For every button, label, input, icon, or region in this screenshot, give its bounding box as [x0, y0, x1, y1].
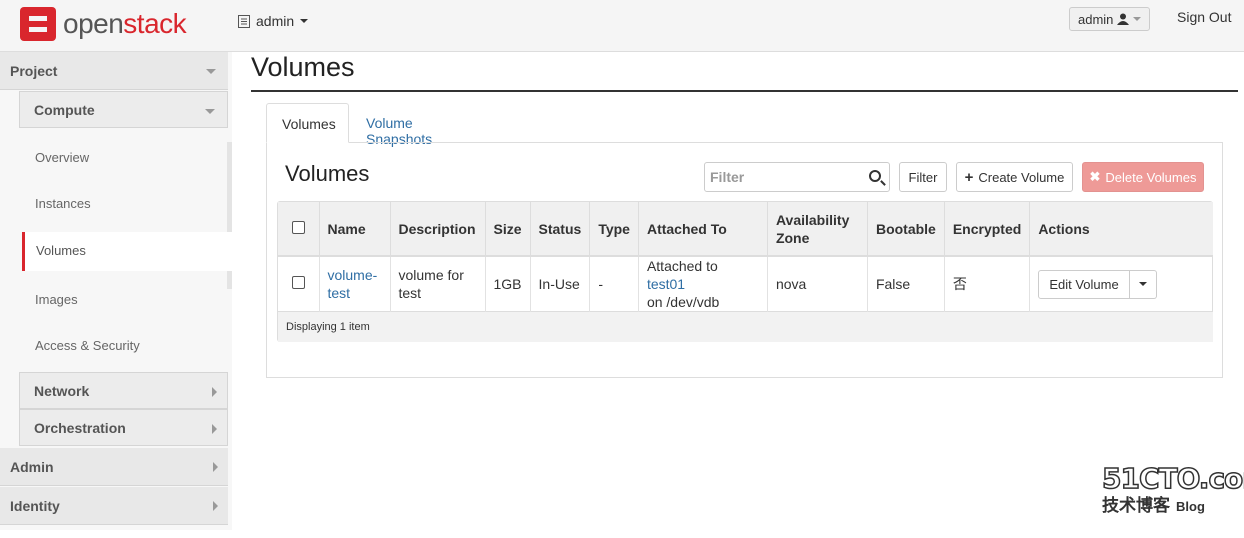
chevron-down-icon — [205, 109, 215, 114]
top-navbar: openstack admin admin Sign Out — [0, 0, 1244, 52]
sidebar-compute-label: Compute — [34, 102, 95, 118]
column-header-name[interactable]: Name — [319, 202, 391, 257]
project-name: admin — [256, 13, 295, 29]
sidebar-admin[interactable]: Admin — [0, 448, 228, 486]
project-list-icon — [238, 14, 250, 28]
row-select-cell — [278, 256, 320, 312]
column-header-size[interactable]: Size — [485, 202, 531, 257]
volumes-table: Name Description Size Status Type Attach… — [277, 201, 1213, 342]
filter-input[interactable] — [710, 164, 860, 190]
column-header-description[interactable]: Description — [390, 202, 486, 257]
create-volume-label: Create Volume — [978, 169, 1065, 185]
sidebar-item-volumes[interactable]: Volumes — [22, 232, 232, 271]
project-switcher[interactable]: admin — [238, 13, 309, 29]
column-header-actions: Actions — [1029, 202, 1213, 257]
sidebar-item-instances[interactable]: Instances — [35, 196, 91, 211]
attached-instance-link[interactable]: test01 — [647, 276, 685, 292]
sidebar-orchestration[interactable]: Orchestration — [19, 409, 228, 446]
chevron-down-icon — [206, 69, 216, 74]
attached-device: on /dev/vdb — [646, 294, 720, 310]
sidebar-item-access-security[interactable]: Access & Security — [35, 338, 140, 353]
sidebar-project-label: Project — [10, 63, 58, 79]
openstack-logo-icon — [20, 7, 56, 41]
openstack-logo[interactable]: openstack — [20, 7, 187, 41]
sidebar-compute[interactable]: Compute — [19, 91, 228, 128]
column-header-type[interactable]: Type — [589, 202, 639, 257]
chevron-right-icon — [213, 501, 218, 511]
volume-name-cell: volume-test — [319, 256, 391, 312]
select-all-cell — [278, 202, 320, 257]
volume-attached-to: Attached to test01 on /dev/vdb — [638, 256, 768, 312]
table-footer: Displaying 1 item — [278, 311, 1213, 342]
user-name: admin — [1078, 11, 1114, 27]
title-divider — [251, 90, 1238, 92]
row-checkbox[interactable] — [291, 276, 305, 289]
attached-prefix: Attached to — [646, 258, 718, 274]
watermark-blog: Blog — [1176, 499, 1205, 514]
volume-bootable: False — [867, 256, 945, 312]
chevron-right-icon — [212, 387, 217, 397]
search-icon[interactable] — [869, 170, 881, 182]
user-menu-button[interactable]: admin — [1069, 7, 1151, 31]
delete-volumes-button[interactable]: ✖ Delete Volumes — [1082, 162, 1204, 192]
table-header-row: Name Description Size Status Type Attach… — [278, 202, 1213, 257]
sidebar-network-label: Network — [34, 383, 90, 399]
plus-icon: + — [964, 168, 974, 186]
chevron-down-icon — [1138, 282, 1147, 286]
page-title: Volumes — [251, 52, 355, 82]
sidebar-admin-label: Admin — [10, 459, 54, 475]
edit-volume-button[interactable]: Edit Volume — [1038, 269, 1130, 299]
table-footer-row: Displaying 1 item — [278, 311, 1213, 342]
create-volume-button[interactable]: + Create Volume — [956, 162, 1073, 192]
sidebar-identity[interactable]: Identity — [0, 487, 228, 525]
volume-description: volume for test — [390, 256, 486, 312]
sign-out-link[interactable]: Sign Out — [1177, 9, 1231, 25]
watermark: 51CTO.com 技术博客Blog — [1101, 461, 1244, 516]
watermark-text: 技术博客 — [1102, 496, 1170, 515]
table-title: Volumes — [285, 161, 370, 186]
sidebar: Project Compute Overview Instances Volum… — [0, 52, 232, 530]
close-icon: ✖ — [1089, 169, 1101, 184]
user-icon — [1117, 13, 1130, 25]
tab-volumes[interactable]: Volumes — [266, 103, 349, 143]
sidebar-orchestration-label: Orchestration — [34, 420, 126, 436]
sidebar-project[interactable]: Project — [0, 52, 228, 90]
brand-name: openstack — [63, 8, 187, 39]
volume-size: 1GB — [485, 256, 531, 312]
sidebar-item-label: Volumes — [36, 243, 86, 258]
chevron-down-icon — [300, 19, 309, 23]
volume-encrypted: 否 — [944, 256, 1031, 312]
column-header-bootable[interactable]: Bootable — [867, 202, 945, 257]
sidebar-item-images[interactable]: Images — [35, 292, 78, 307]
chevron-right-icon — [213, 462, 218, 472]
sidebar-network[interactable]: Network — [19, 372, 228, 409]
sidebar-identity-label: Identity — [10, 498, 60, 514]
volume-zone: nova — [767, 256, 868, 312]
chevron-down-icon — [1133, 17, 1142, 21]
filter-field[interactable] — [704, 162, 890, 192]
select-all-checkbox[interactable] — [291, 220, 305, 234]
delete-volumes-label: Delete Volumes — [1105, 169, 1197, 185]
column-header-encrypted[interactable]: Encrypted — [944, 202, 1031, 257]
volume-status: In-Use — [530, 256, 591, 312]
filter-button[interactable]: Filter — [899, 162, 947, 192]
action-button-group: Edit Volume — [1038, 269, 1205, 299]
volume-actions: Edit Volume — [1030, 256, 1213, 312]
more-actions-toggle[interactable] — [1129, 269, 1157, 299]
table-row: volume-test volume for test 1GB In-Use -… — [278, 256, 1213, 312]
column-header-attached-to[interactable]: Attached To — [638, 202, 768, 257]
tab-volume-snapshots[interactable]: Volume Snapshots — [351, 103, 447, 147]
volume-name-link[interactable]: volume-test — [328, 267, 378, 301]
chevron-right-icon — [212, 424, 217, 434]
column-header-availability-zone[interactable]: Availability Zone — [767, 202, 868, 257]
volume-type: - — [589, 256, 639, 312]
sidebar-item-overview[interactable]: Overview — [35, 150, 89, 165]
column-header-status[interactable]: Status — [530, 202, 591, 257]
